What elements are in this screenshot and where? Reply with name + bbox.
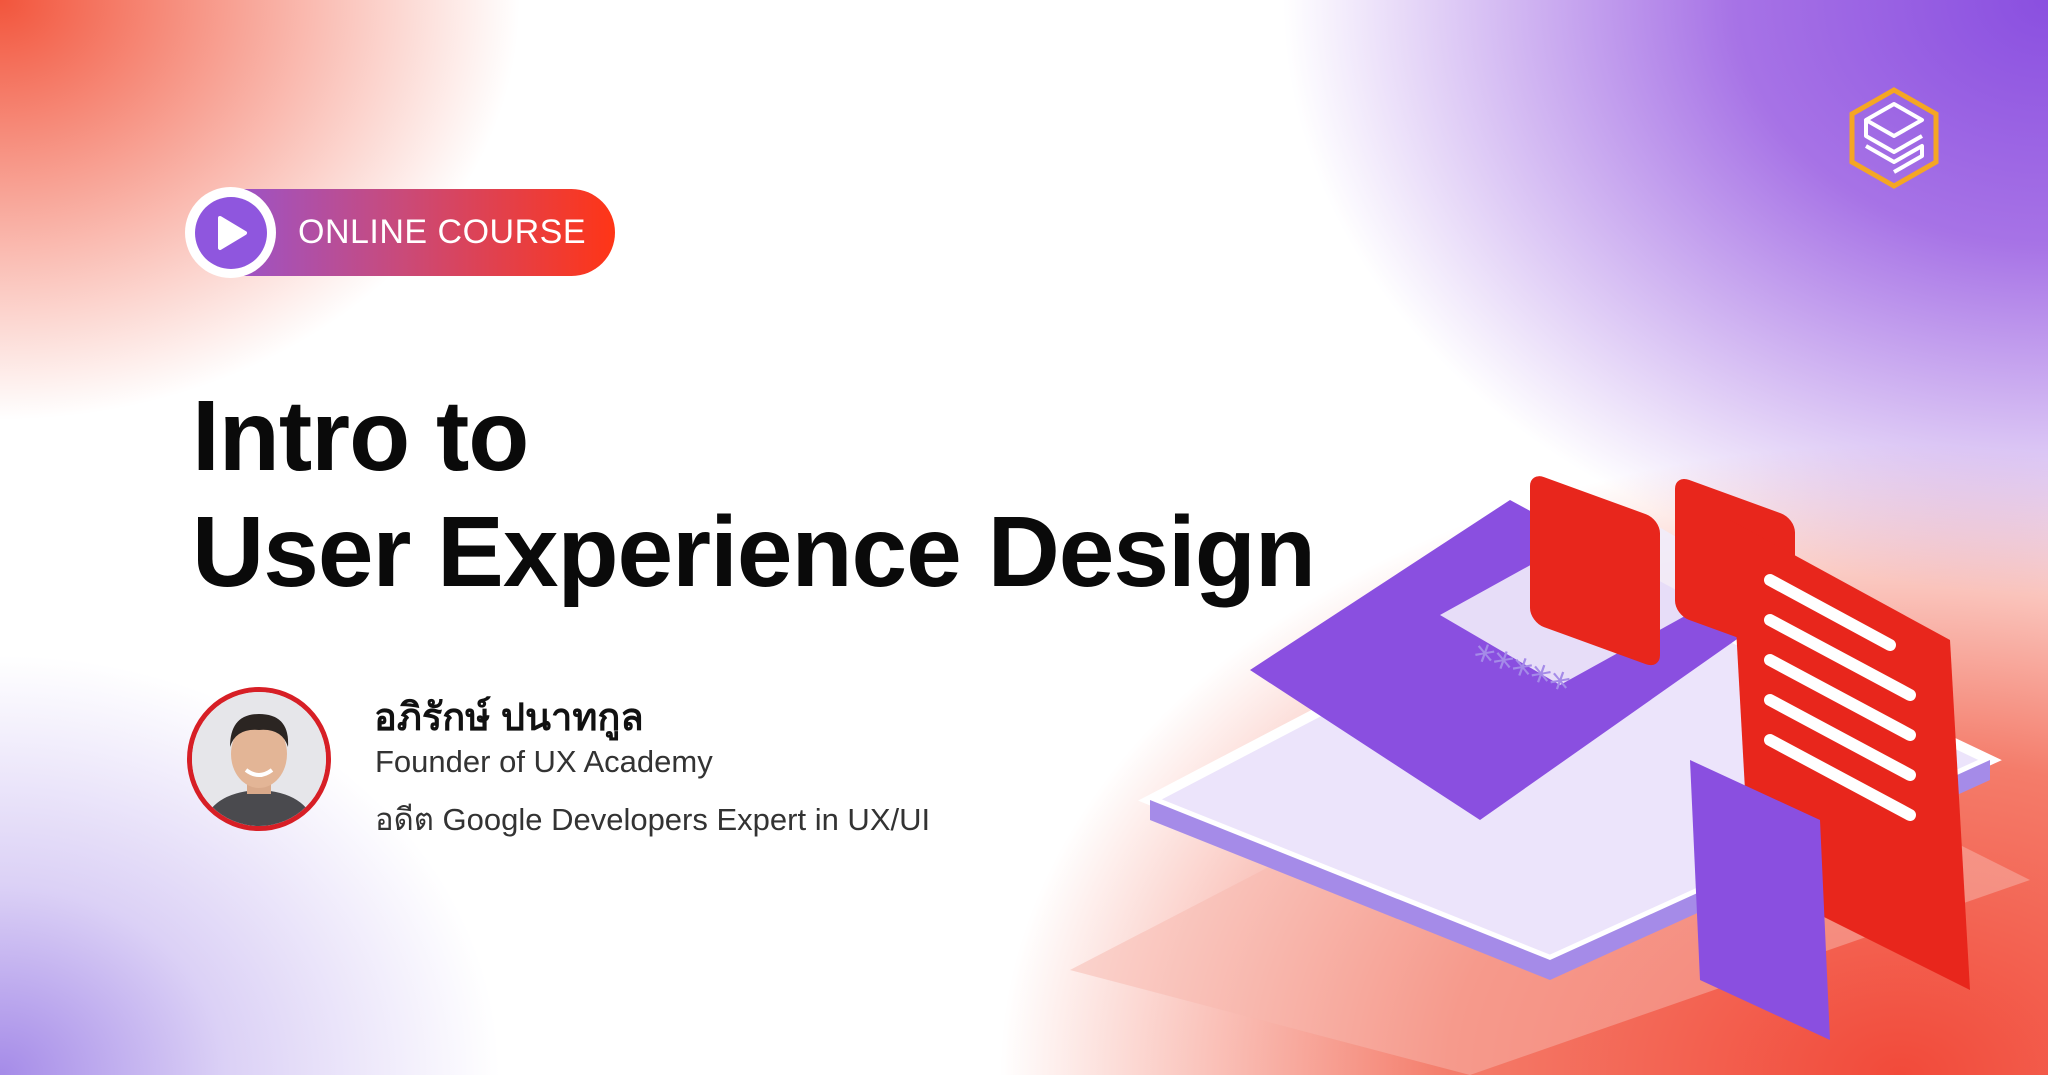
- instructor-past-role: อดีต Google Developers Expert in UX/UI: [375, 802, 931, 837]
- badge-label: ONLINE COURSE: [298, 213, 586, 251]
- ux-isometric-illustration: *****: [1070, 476, 2030, 1075]
- play-icon: [185, 187, 276, 278]
- instructor-avatar: [187, 687, 331, 831]
- instructor-name: อภิรักษ์ ปนาทกูล: [374, 697, 644, 739]
- instructor-role: Founder of UX Academy: [375, 744, 713, 779]
- online-course-badge: ONLINE COURSE: [185, 187, 615, 278]
